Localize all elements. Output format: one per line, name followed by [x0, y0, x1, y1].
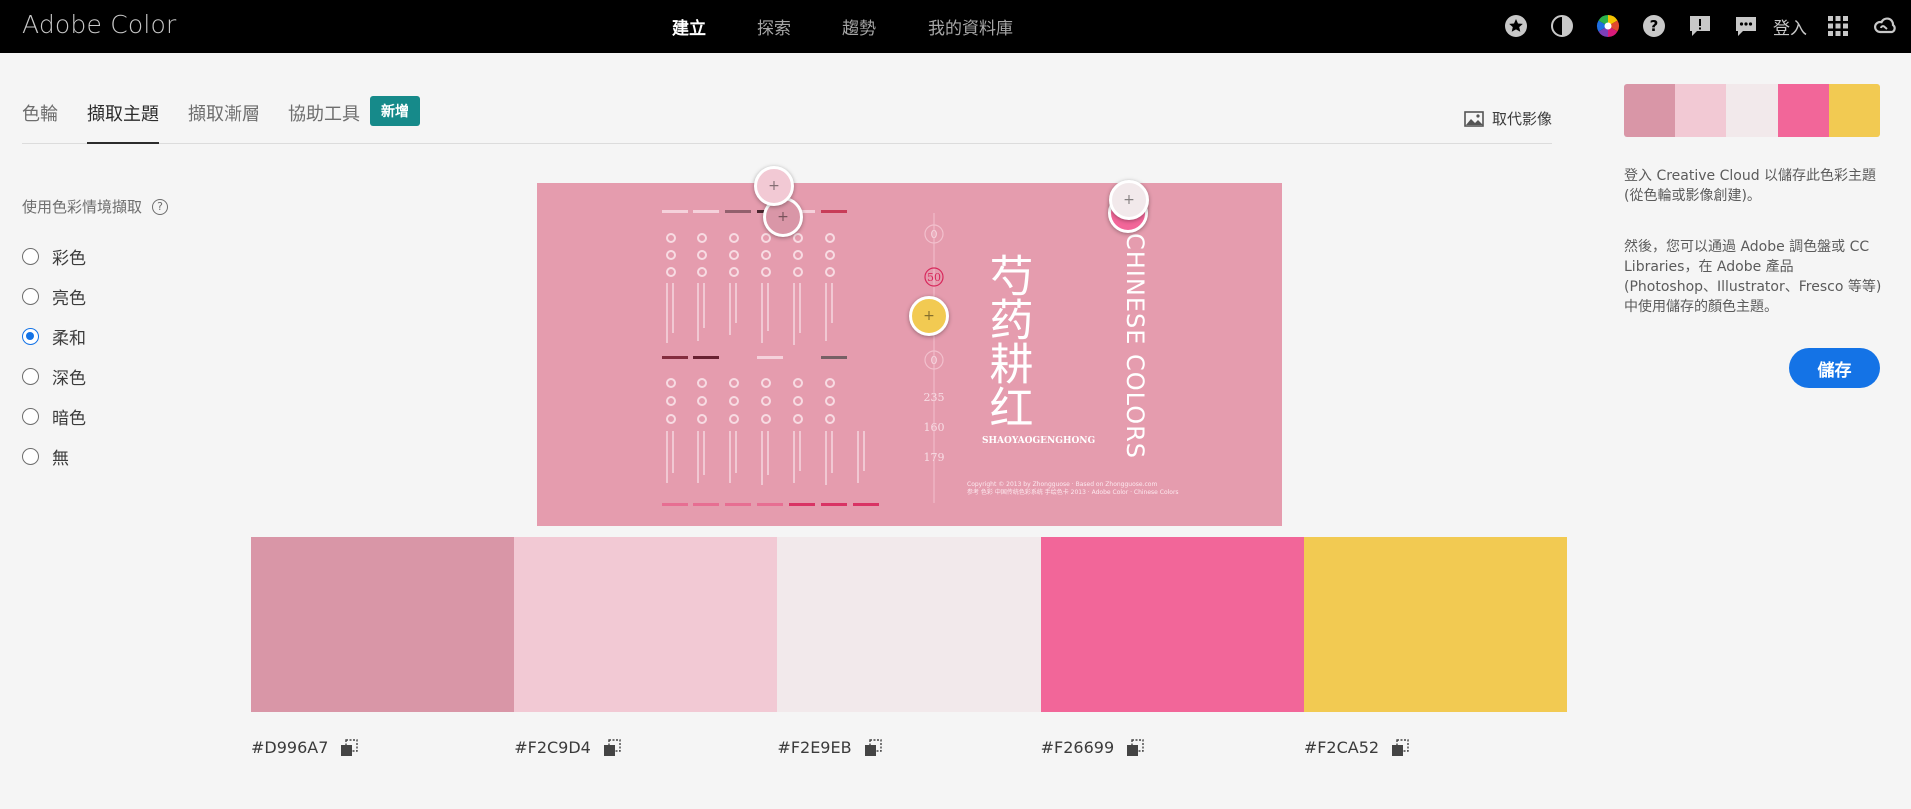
sign-in-prompt: 登入 Creative Cloud 以儲存此色彩主題 (從色輪或影像創建)。 — [1624, 168, 1877, 204]
hex-item: #F2C9D4 — [514, 738, 777, 757]
image-icon — [1464, 110, 1484, 127]
preview-swatch — [1777, 84, 1829, 137]
copy-icon[interactable] — [1391, 738, 1409, 757]
radio-button[interactable] — [22, 247, 39, 265]
color-swatch[interactable] — [514, 537, 778, 712]
preview-swatch — [1726, 84, 1778, 137]
copy-icon[interactable] — [340, 738, 359, 757]
poster-value-5: 179 — [924, 451, 945, 464]
top-bar: Adobe Color 建立 探索 趨勢 我的資料庫 ? 登入 — [0, 0, 1911, 53]
copy-icon[interactable] — [1126, 738, 1144, 757]
source-image: 0 50 0 235 160 179 芍药耕红 SHAOYAOGENGHONG … — [537, 166, 1282, 526]
hex-item: #F2CA52 — [1304, 738, 1567, 757]
hex-value[interactable]: #D996A7 — [251, 738, 328, 757]
mood-bright[interactable]: 亮色 — [22, 276, 86, 316]
poster-subtitle: SHAOYAOGENGHONG — [982, 436, 1095, 446]
replace-image-label: 取代影像 — [1491, 110, 1552, 128]
mood-options: 彩色 亮色 柔和 深色 暗色 無 — [22, 236, 86, 476]
copy-icon[interactable] — [864, 738, 882, 757]
mood-none[interactable]: 無 — [22, 436, 86, 476]
nav-trends[interactable]: 趨勢 — [842, 14, 876, 39]
radio-button[interactable] — [22, 327, 39, 345]
contrast-icon[interactable] — [1547, 12, 1577, 40]
mood-colorful[interactable]: 彩色 — [22, 236, 86, 276]
color-swatch[interactable] — [1303, 537, 1568, 712]
top-icons: ? 登入 — [1485, 12, 1899, 40]
mood-muted[interactable]: 柔和 — [22, 316, 86, 356]
poster-title-en: CHINESE COLORS — [1121, 233, 1149, 459]
hex-item: #F26699 — [1041, 738, 1304, 757]
poster-image: 0 50 0 235 160 179 芍药耕红 SHAOYAOGENGHONG … — [537, 183, 1282, 526]
poster-value-0: 0 — [931, 228, 938, 241]
save-button[interactable]: 儲存 — [1789, 348, 1880, 388]
sub-tabs: 色輪 擷取主題 擷取漸層 協助工具 新增 取代影像 — [22, 96, 1552, 144]
svg-text:?: ? — [1650, 17, 1659, 35]
copy-icon[interactable] — [603, 738, 621, 757]
chat-icon[interactable] — [1731, 12, 1761, 40]
app-logo[interactable]: Adobe Color — [22, 10, 177, 39]
poster-value-3: 235 — [924, 391, 945, 404]
hex-value[interactable]: #F2E9EB — [777, 738, 851, 757]
poster-value-1: 50 — [927, 271, 941, 284]
apps-grid-icon[interactable] — [1823, 12, 1853, 40]
color-swatch[interactable] — [777, 537, 1041, 712]
poster-value-2: 0 — [931, 354, 938, 367]
color-picker-2[interactable]: + — [754, 166, 794, 206]
preview-swatch — [1624, 84, 1676, 137]
nav-explore[interactable]: 探索 — [757, 14, 791, 39]
hex-codes: #D996A7 #F2C9D4 #F2E9EB #F26699 #F2CA52 — [251, 738, 1567, 757]
poster-value-4: 160 — [924, 421, 945, 434]
poster-copyright-2: 参考 色彩 中国传统色彩系统 手绘色卡 2013 · Adobe Color ·… — [967, 488, 1179, 496]
libraries-info: 然後，您可以通過 Adobe 調色盤或 CC Libraries，在 Adobe… — [1624, 239, 1882, 315]
hex-value[interactable]: #F26699 — [1041, 738, 1115, 757]
radio-button[interactable] — [22, 407, 39, 425]
hex-item: #D996A7 — [251, 738, 514, 757]
theme-preview — [1624, 84, 1880, 137]
radio-button[interactable] — [22, 367, 39, 385]
color-swatch[interactable] — [1040, 537, 1304, 712]
help-icon[interactable]: ? — [1639, 12, 1669, 40]
color-wheel-icon[interactable] — [1593, 12, 1623, 40]
mood-dark[interactable]: 暗色 — [22, 396, 86, 436]
help-icon[interactable]: ? — [152, 198, 169, 215]
color-swatch[interactable] — [251, 537, 515, 712]
mood-label: 使用色彩情境擷取 ? — [22, 196, 169, 217]
color-swatches — [251, 537, 1568, 712]
hex-value[interactable]: #F2C9D4 — [514, 738, 591, 757]
feedback-icon[interactable] — [1685, 12, 1715, 40]
hex-value[interactable]: #F2CA52 — [1304, 738, 1379, 757]
color-picker-5[interactable]: + — [909, 296, 949, 336]
hex-item: #F2E9EB — [777, 738, 1040, 757]
tab-extract-theme[interactable]: 擷取主題 — [87, 100, 159, 144]
color-picker-4[interactable]: + — [1109, 180, 1149, 220]
star-icon[interactable] — [1501, 12, 1531, 40]
preview-swatch — [1828, 84, 1880, 137]
creative-cloud-icon[interactable] — [1869, 12, 1899, 40]
tab-extract-gradient[interactable]: 擷取漸層 — [188, 100, 260, 144]
preview-swatch — [1675, 84, 1727, 137]
poster-title-cn: 芍药耕红 — [982, 253, 1033, 429]
sign-in-link[interactable]: 登入 — [1773, 14, 1807, 39]
tab-accessibility-tools[interactable]: 協助工具 — [288, 100, 360, 144]
nav-my-library[interactable]: 我的資料庫 — [928, 14, 1013, 39]
new-badge: 新增 — [370, 96, 420, 126]
tab-color-wheel[interactable]: 色輪 — [22, 100, 58, 144]
radio-button[interactable] — [22, 287, 39, 305]
replace-image-button[interactable]: 取代影像 — [1464, 108, 1552, 129]
poster-copyright-1: Copyright © 2013 by Zhongguose · Based o… — [967, 481, 1157, 488]
mood-deep[interactable]: 深色 — [22, 356, 86, 396]
nav-create[interactable]: 建立 — [672, 14, 706, 39]
radio-button[interactable] — [22, 447, 39, 465]
